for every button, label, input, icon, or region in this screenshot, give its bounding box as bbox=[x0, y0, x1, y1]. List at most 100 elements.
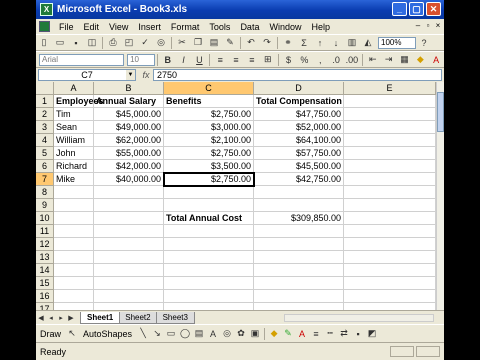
increase-decimal-icon[interactable]: .0 bbox=[329, 53, 343, 66]
textbox-icon[interactable]: ▤ bbox=[193, 327, 205, 340]
cell-d6[interactable]: $45,500.00 bbox=[254, 160, 344, 173]
close-icon[interactable]: ✕ bbox=[426, 2, 441, 16]
column-header-d[interactable]: D bbox=[254, 82, 344, 95]
cell-c17[interactable] bbox=[164, 303, 254, 310]
scroll-thumb[interactable] bbox=[437, 92, 444, 132]
first-sheet-icon[interactable]: ◀ bbox=[36, 314, 46, 322]
line-style-icon[interactable]: ≡ bbox=[310, 327, 322, 340]
last-sheet-icon[interactable]: ▶ bbox=[66, 314, 76, 322]
spelling-icon[interactable]: ✓ bbox=[138, 36, 152, 49]
new-icon[interactable]: ▯ bbox=[37, 36, 51, 49]
increase-indent-icon[interactable]: ⇥ bbox=[382, 53, 396, 66]
cell-e16[interactable] bbox=[344, 290, 436, 303]
font-size-select[interactable]: 10 bbox=[127, 53, 155, 66]
borders-icon[interactable]: ▦ bbox=[398, 53, 412, 66]
cell-e14[interactable] bbox=[344, 264, 436, 277]
cell-a17[interactable] bbox=[54, 303, 94, 310]
align-center-icon[interactable]: ≡ bbox=[229, 53, 243, 66]
cell-a6[interactable]: Richard bbox=[54, 160, 94, 173]
cell-d3[interactable]: $52,000.00 bbox=[254, 121, 344, 134]
cell-d9[interactable] bbox=[254, 199, 344, 212]
cell-c14[interactable] bbox=[164, 264, 254, 277]
wordart-icon[interactable]: A bbox=[207, 327, 219, 340]
cell-d10[interactable]: $309,850.00 bbox=[254, 212, 344, 225]
decrease-decimal-icon[interactable]: .00 bbox=[345, 53, 359, 66]
cell-c12[interactable] bbox=[164, 238, 254, 251]
clipart-icon[interactable]: ✿ bbox=[235, 327, 247, 340]
cell-e13[interactable] bbox=[344, 251, 436, 264]
cell-a5[interactable]: John bbox=[54, 147, 94, 160]
cell-b15[interactable] bbox=[94, 277, 164, 290]
cell-e4[interactable] bbox=[344, 134, 436, 147]
insert-function-icon[interactable]: fx bbox=[139, 70, 153, 80]
fill-color-draw-icon[interactable]: ◆ bbox=[268, 327, 280, 340]
title-bar[interactable]: X Microsoft Excel - Book3.xls _ ▢ ✕ bbox=[36, 0, 444, 19]
cell-e2[interactable] bbox=[344, 108, 436, 121]
align-right-icon[interactable]: ≡ bbox=[245, 53, 259, 66]
cell-c3[interactable]: $3,000.00 bbox=[164, 121, 254, 134]
cell-d15[interactable] bbox=[254, 277, 344, 290]
font-select[interactable]: Arial bbox=[39, 53, 125, 66]
row-header-15[interactable]: 15 bbox=[36, 277, 54, 290]
fill-color-icon[interactable]: ◆ bbox=[413, 53, 427, 66]
cell-d17[interactable] bbox=[254, 303, 344, 310]
column-header-a[interactable]: A bbox=[54, 82, 94, 95]
cell-b14[interactable] bbox=[94, 264, 164, 277]
arrow-icon[interactable]: ↘ bbox=[151, 327, 163, 340]
cell-a7[interactable]: Mike bbox=[54, 173, 94, 186]
cell-a14[interactable] bbox=[54, 264, 94, 277]
cell-c8[interactable] bbox=[164, 186, 254, 199]
row-header-17[interactable]: 17 bbox=[36, 303, 54, 310]
row-header-13[interactable]: 13 bbox=[36, 251, 54, 264]
cell-b8[interactable] bbox=[94, 186, 164, 199]
zoom-select[interactable]: 100% bbox=[378, 36, 416, 49]
cell-b11[interactable] bbox=[94, 225, 164, 238]
cell-c10[interactable]: Total Annual Cost bbox=[164, 212, 254, 225]
row-header-7[interactable]: 7 bbox=[36, 173, 54, 186]
cell-e11[interactable] bbox=[344, 225, 436, 238]
permission-icon[interactable]: ◫ bbox=[85, 36, 99, 49]
cell-d4[interactable]: $64,100.00 bbox=[254, 134, 344, 147]
cell-c1[interactable]: Benefits bbox=[164, 95, 254, 108]
cell-c7[interactable]: $2,750.00 bbox=[163, 172, 255, 187]
tab-sheet3[interactable]: Sheet3 bbox=[155, 312, 195, 324]
cell-d5[interactable]: $57,750.00 bbox=[254, 147, 344, 160]
menu-data[interactable]: Data bbox=[235, 22, 264, 32]
cell-b4[interactable]: $62,000.00 bbox=[94, 134, 164, 147]
cell-c4[interactable]: $2,100.00 bbox=[164, 134, 254, 147]
cell-e1[interactable] bbox=[344, 95, 436, 108]
cell-d7[interactable]: $42,750.00 bbox=[254, 173, 344, 186]
horizontal-scrollbar[interactable] bbox=[284, 314, 434, 322]
cell-b2[interactable]: $45,000.00 bbox=[94, 108, 164, 121]
cell-c15[interactable] bbox=[164, 277, 254, 290]
cell-e12[interactable] bbox=[344, 238, 436, 251]
cell-a1[interactable]: Employees bbox=[54, 95, 104, 108]
row-header-5[interactable]: 5 bbox=[36, 147, 54, 160]
cell-d11[interactable] bbox=[254, 225, 344, 238]
redo-icon[interactable]: ↷ bbox=[260, 36, 274, 49]
cell-b10[interactable] bbox=[94, 212, 164, 225]
cell-c5[interactable]: $2,750.00 bbox=[164, 147, 254, 160]
cell-e9[interactable] bbox=[344, 199, 436, 212]
cell-a3[interactable]: Sean bbox=[54, 121, 94, 134]
cell-c11[interactable] bbox=[164, 225, 254, 238]
help-icon[interactable]: ? bbox=[417, 36, 431, 49]
column-header-b[interactable]: B bbox=[94, 82, 164, 95]
menu-insert[interactable]: Insert bbox=[133, 22, 166, 32]
menu-edit[interactable]: Edit bbox=[79, 22, 105, 32]
cell-a13[interactable] bbox=[54, 251, 94, 264]
menu-tools[interactable]: Tools bbox=[204, 22, 235, 32]
shadow-icon[interactable]: ▪ bbox=[352, 327, 364, 340]
cell-e10[interactable] bbox=[344, 212, 436, 225]
merge-center-icon[interactable]: ⊞ bbox=[261, 53, 275, 66]
cell-d12[interactable] bbox=[254, 238, 344, 251]
menu-window[interactable]: Window bbox=[264, 22, 306, 32]
cell-b5[interactable]: $55,000.00 bbox=[94, 147, 164, 160]
font-color-icon[interactable]: A bbox=[429, 53, 443, 66]
name-box-dropdown-icon[interactable]: ▼ bbox=[126, 70, 135, 80]
row-header-11[interactable]: 11 bbox=[36, 225, 54, 238]
cell-a10[interactable] bbox=[54, 212, 94, 225]
currency-icon[interactable]: $ bbox=[282, 53, 296, 66]
row-header-1[interactable]: 1 bbox=[36, 95, 54, 108]
cell-a2[interactable]: Tim bbox=[54, 108, 94, 121]
